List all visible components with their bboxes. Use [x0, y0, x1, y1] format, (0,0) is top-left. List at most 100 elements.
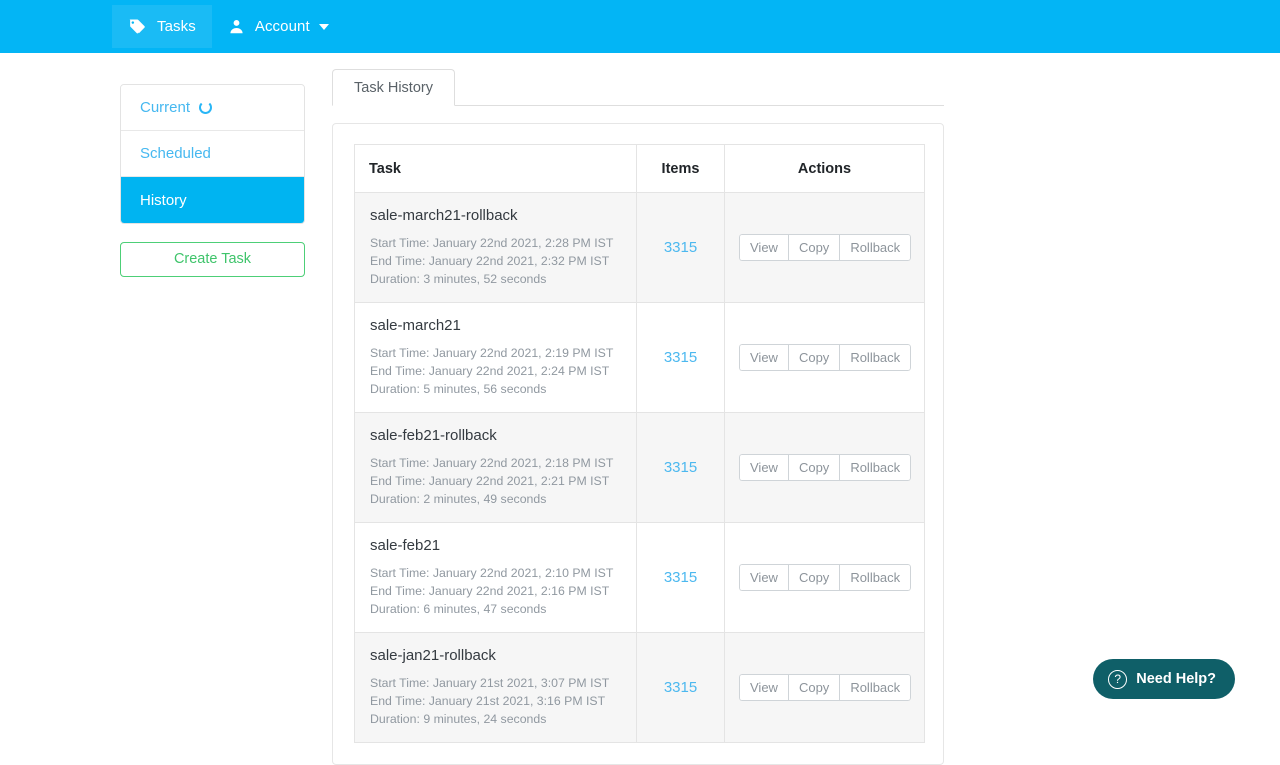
- items-count-link[interactable]: 3315: [664, 569, 697, 586]
- copy-button[interactable]: Copy: [787, 234, 840, 261]
- need-help-label: Need Help?: [1136, 671, 1216, 687]
- action-button-group: View Copy Rollback: [739, 234, 912, 261]
- task-start-time: Start Time: January 22nd 2021, 2:10 PM I…: [370, 566, 614, 580]
- column-header-items: Items: [636, 144, 725, 193]
- task-end-time: End Time: January 22nd 2021, 2:32 PM IST: [370, 254, 610, 268]
- task-start-time: Start Time: January 22nd 2021, 2:28 PM I…: [370, 236, 614, 250]
- table-row: sale-march21-rollback Start Time: January…: [354, 192, 925, 303]
- task-duration: Duration: 6 minutes, 47 seconds: [370, 602, 547, 616]
- copy-button[interactable]: Copy: [787, 564, 840, 591]
- actions-cell: View Copy Rollback: [724, 412, 925, 523]
- task-cell: sale-march21 Start Time: January 22nd 202…: [354, 302, 637, 413]
- action-button-group: View Copy Rollback: [739, 344, 912, 371]
- actions-cell: View Copy Rollback: [724, 192, 925, 303]
- tab-task-history-label: Task History: [354, 79, 433, 96]
- view-button[interactable]: View: [739, 454, 788, 481]
- sidebar-item-current[interactable]: Current: [121, 85, 304, 131]
- top-navbar: Tasks Account: [0, 0, 1280, 53]
- sidebar-item-scheduled-label: Scheduled: [140, 145, 211, 162]
- sidebar-item-current-label: Current: [140, 99, 191, 116]
- page-body: Current Scheduled History Create Task Ta…: [0, 53, 1280, 765]
- task-name: sale-march21: [370, 317, 461, 334]
- action-button-group: View Copy Rollback: [739, 564, 912, 591]
- action-button-group: View Copy Rollback: [739, 454, 912, 481]
- nav-item-account-label: Account: [254, 18, 310, 35]
- actions-cell: View Copy Rollback: [724, 632, 925, 743]
- table-row: sale-march21 Start Time: January 22nd 202…: [354, 302, 925, 413]
- items-cell[interactable]: 3315: [636, 632, 725, 743]
- create-task-button[interactable]: Create Task: [120, 242, 305, 277]
- items-cell[interactable]: 3315: [636, 412, 725, 523]
- need-help-button[interactable]: ? Need Help?: [1093, 659, 1235, 699]
- items-cell[interactable]: 3315: [636, 522, 725, 633]
- task-name: sale-jan21-rollback: [370, 647, 496, 664]
- task-history-card: Task Items Actions sale-march21-rollback…: [332, 123, 944, 765]
- task-end-time: End Time: January 22nd 2021, 2:16 PM IST: [370, 584, 610, 598]
- question-circle-icon: ?: [1108, 669, 1128, 689]
- task-cell: sale-feb21 Start Time: January 22nd 2021,…: [354, 522, 637, 633]
- sidebar-item-scheduled[interactable]: Scheduled: [121, 131, 304, 177]
- task-cell: sale-feb21-rollback Start Time: January 2…: [354, 412, 637, 523]
- user-icon: [228, 18, 245, 35]
- items-cell[interactable]: 3315: [636, 302, 725, 413]
- task-start-time: Start Time: January 22nd 2021, 2:19 PM I…: [370, 346, 614, 360]
- rollback-button[interactable]: Rollback: [839, 674, 912, 701]
- items-count-link[interactable]: 3315: [664, 349, 697, 366]
- view-button[interactable]: View: [739, 344, 788, 371]
- view-button[interactable]: View: [739, 564, 788, 591]
- items-cell[interactable]: 3315: [636, 192, 725, 303]
- tab-bar: Task History: [332, 69, 944, 106]
- task-start-time: Start Time: January 22nd 2021, 2:18 PM I…: [370, 456, 614, 470]
- task-cell: sale-jan21-rollback Start Time: January 2…: [354, 632, 637, 743]
- sidebar-list-group: Current Scheduled History: [120, 84, 305, 224]
- items-count-link[interactable]: 3315: [664, 239, 697, 256]
- action-button-group: View Copy Rollback: [739, 674, 912, 701]
- task-cell: sale-march21-rollback Start Time: January…: [354, 192, 637, 303]
- rollback-button[interactable]: Rollback: [839, 234, 912, 261]
- column-header-task: Task: [354, 144, 637, 193]
- sidebar-item-history-label: History: [140, 191, 187, 209]
- task-duration: Duration: 3 minutes, 52 seconds: [370, 272, 547, 286]
- copy-button[interactable]: Copy: [787, 454, 840, 481]
- table-row: sale-jan21-rollback Start Time: January 2…: [354, 632, 925, 743]
- task-end-time: End Time: January 22nd 2021, 2:21 PM IST: [370, 474, 610, 488]
- chevron-down-icon: [318, 23, 329, 30]
- view-button[interactable]: View: [739, 234, 788, 261]
- view-button[interactable]: View: [739, 674, 788, 701]
- task-meta: Start Time: January 22nd 2021, 2:28 PM I…: [369, 234, 622, 288]
- copy-button[interactable]: Copy: [787, 344, 840, 371]
- task-duration: Duration: 9 minutes, 24 seconds: [370, 712, 547, 726]
- nav-item-tasks[interactable]: Tasks: [112, 5, 212, 48]
- tab-task-history[interactable]: Task History: [332, 69, 455, 106]
- task-meta: Start Time: January 22nd 2021, 2:18 PM I…: [369, 454, 622, 508]
- task-name: sale-march21-rollback: [370, 207, 518, 224]
- table-header-row: Task Items Actions: [354, 144, 925, 193]
- task-history-table: Task Items Actions sale-march21-rollback…: [354, 144, 925, 743]
- rollback-button[interactable]: Rollback: [839, 454, 912, 481]
- task-duration: Duration: 2 minutes, 49 seconds: [370, 492, 547, 506]
- table-row: sale-feb21-rollback Start Time: January 2…: [354, 412, 925, 523]
- task-meta: Start Time: January 22nd 2021, 2:19 PM I…: [369, 344, 622, 398]
- column-header-actions: Actions: [724, 144, 925, 193]
- items-count-link[interactable]: 3315: [664, 679, 697, 696]
- loading-spinner-icon: [199, 101, 213, 114]
- copy-button[interactable]: Copy: [787, 674, 840, 701]
- nav-item-account[interactable]: Account: [212, 5, 345, 48]
- task-name: sale-feb21-rollback: [370, 427, 497, 444]
- sidebar-item-history[interactable]: History: [121, 177, 304, 223]
- task-end-time: End Time: January 21st 2021, 3:16 PM IST: [370, 694, 606, 708]
- task-meta: Start Time: January 22nd 2021, 2:10 PM I…: [369, 564, 622, 618]
- task-start-time: Start Time: January 21st 2021, 3:07 PM I…: [370, 676, 610, 690]
- tag-icon: [128, 17, 147, 36]
- main-content: Task History Task Items Actions sale-mar…: [332, 69, 944, 765]
- task-name: sale-feb21: [370, 537, 441, 554]
- items-count-link[interactable]: 3315: [664, 459, 697, 476]
- rollback-button[interactable]: Rollback: [839, 564, 912, 591]
- rollback-button[interactable]: Rollback: [839, 344, 912, 371]
- nav-item-tasks-label: Tasks: [157, 18, 196, 35]
- table-row: sale-feb21 Start Time: January 22nd 2021,…: [354, 522, 925, 633]
- table-head: Task Items Actions: [354, 144, 925, 193]
- task-end-time: End Time: January 22nd 2021, 2:24 PM IST: [370, 364, 610, 378]
- table-body: sale-march21-rollback Start Time: January…: [354, 192, 925, 743]
- actions-cell: View Copy Rollback: [724, 522, 925, 633]
